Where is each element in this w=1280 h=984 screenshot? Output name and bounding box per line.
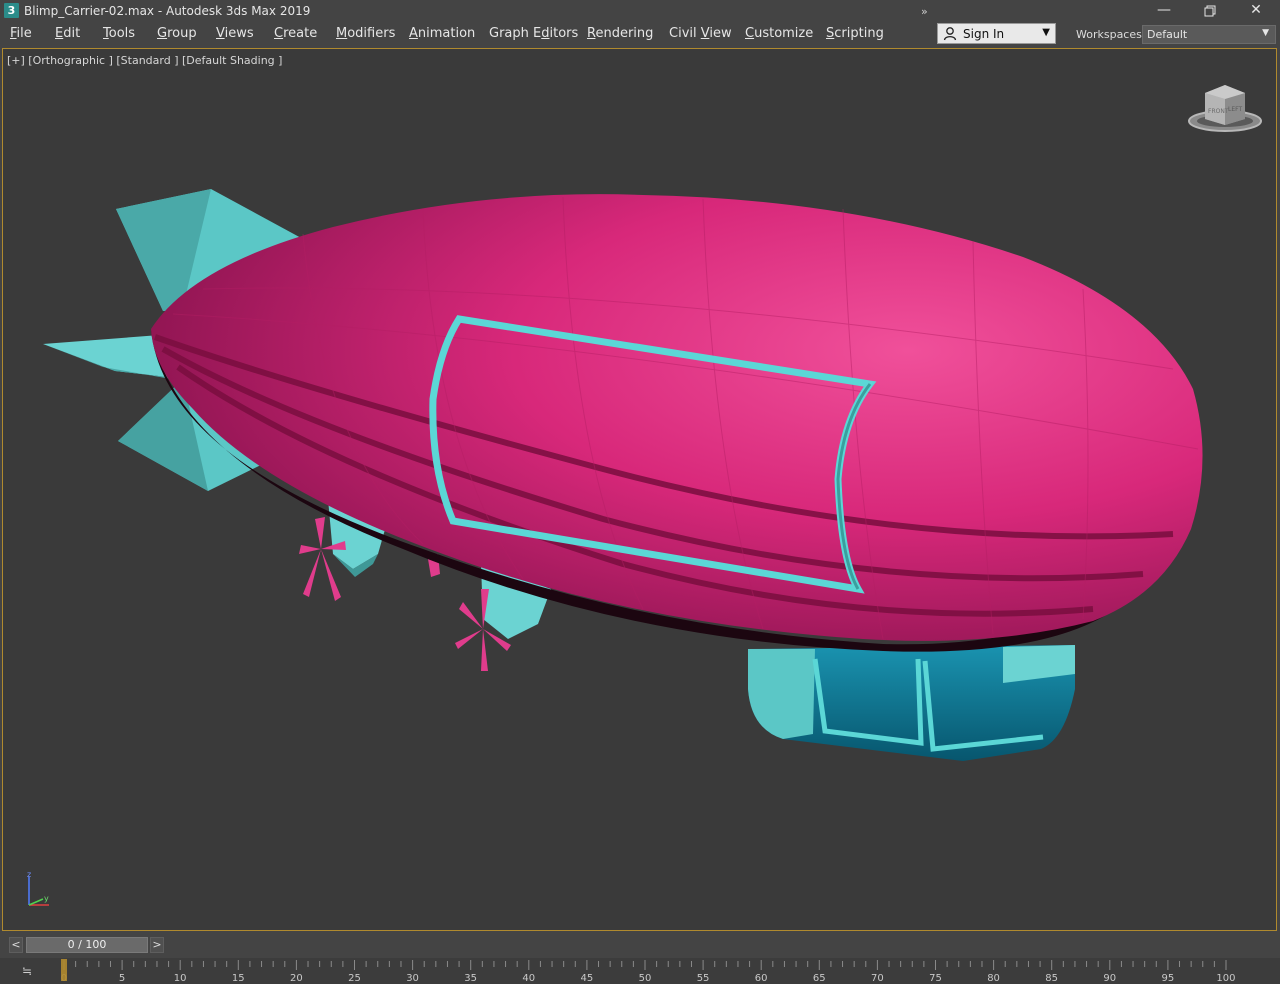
frame-tick-label: 70 (871, 973, 884, 984)
sign-in-label: Sign In (963, 27, 1005, 41)
restore-button[interactable] (1187, 0, 1233, 22)
frame-tick-label: 40 (522, 973, 535, 984)
frame-tick-label: 95 (1162, 973, 1175, 984)
frame-tick-label: 75 (929, 973, 942, 984)
menu-overflow-icon[interactable]: » (921, 5, 928, 18)
axis-z-label: z (27, 871, 31, 879)
frame-tick-label: 85 (1045, 973, 1058, 984)
frame-tick-label: 20 (290, 973, 303, 984)
menu-graph-editors[interactable]: Graph Editors (489, 26, 578, 41)
frame-tick-label: 65 (813, 973, 826, 984)
frame-tick-label: 25 (348, 973, 361, 984)
blimp-model[interactable] (3, 49, 1276, 930)
menu-animation[interactable]: Animation (409, 26, 475, 41)
menu-group[interactable]: Group (157, 26, 197, 41)
track-ruler[interactable]: 0510152025303540455055606570758085909510… (0, 958, 1280, 984)
title-bar: 3 Blimp_Carrier-02.max - Autodesk 3ds Ma… (0, 0, 1280, 22)
viewcube-front-label: FRONT (1208, 108, 1229, 115)
frame-slider[interactable]: 0 / 100 (26, 937, 148, 953)
frame-tick-label: 50 (639, 973, 652, 984)
axis-tripod-icon: z y (27, 871, 49, 906)
chevron-down-icon: ▼ (1042, 27, 1050, 38)
window-title: Blimp_Carrier-02.max - Autodesk 3ds Max … (24, 4, 311, 18)
chevron-down-icon: ▼ (1262, 28, 1269, 38)
restore-icon (1204, 5, 1216, 17)
menu-file[interactable]: File (10, 26, 32, 41)
frame-tick-label: 55 (697, 973, 710, 984)
close-button[interactable]: ✕ (1233, 0, 1279, 22)
menu-tools[interactable]: Tools (103, 26, 135, 41)
user-icon (943, 27, 957, 41)
frame-tick-label: 100 (1216, 973, 1235, 984)
frame-tick-label: 35 (464, 973, 477, 984)
frame-tick-label: 80 (987, 973, 1000, 984)
workspaces-label: Workspaces: (1076, 28, 1146, 41)
menu-scripting[interactable]: Scripting (826, 26, 884, 41)
close-icon: ✕ (1250, 2, 1262, 18)
workspaces-value: Default (1147, 28, 1188, 41)
frame-tick-label: 10 (174, 973, 187, 984)
menu-create[interactable]: Create (274, 26, 317, 41)
menu-rendering[interactable]: Rendering (587, 26, 653, 41)
frame-tick-label: 60 (755, 973, 768, 984)
sign-in-dropdown[interactable]: Sign In ▼ (937, 23, 1056, 44)
workspaces-select[interactable]: Default ▼ (1142, 25, 1276, 44)
menu-views[interactable]: Views (216, 26, 254, 41)
app-icon: 3 (4, 3, 19, 18)
menu-customize[interactable]: Customize (745, 26, 813, 41)
menu-edit[interactable]: Edit (55, 26, 80, 41)
time-slider-bar: < 0 / 100 > ≒ 05101520253035404550556065… (0, 932, 1280, 984)
viewcube-left-label: LEFT (1228, 106, 1242, 113)
track-bar[interactable]: ≒ 05101520253035404550556065707580859095… (0, 958, 1280, 984)
frame-tick-label: 15 (232, 973, 245, 984)
viewport-orthographic[interactable]: [+] [Orthographic ] [Standard ] [Default… (2, 48, 1277, 931)
frame-tick-label: 45 (581, 973, 594, 984)
prev-frame-button[interactable]: < (9, 937, 23, 953)
axis-y-label: y (44, 894, 49, 903)
frame-tick-label: 90 (1103, 973, 1116, 984)
current-frame-marker[interactable] (61, 959, 67, 981)
next-frame-button[interactable]: > (150, 937, 164, 953)
frame-tick-label: 30 (406, 973, 419, 984)
minimize-button[interactable]: — (1141, 0, 1187, 22)
menu-modifiers[interactable]: Modifiers (336, 26, 395, 41)
minimize-icon: — (1157, 2, 1171, 18)
viewcube[interactable]: FRONT LEFT (1187, 83, 1265, 135)
menu-civil-view[interactable]: Civil View (669, 26, 732, 41)
frame-tick-label: 5 (119, 973, 125, 984)
